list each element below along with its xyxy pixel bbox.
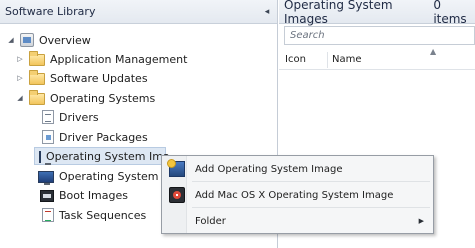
item-count: 0 items xyxy=(433,0,467,26)
folder-icon xyxy=(29,69,45,85)
page-title: Operating System Images xyxy=(284,0,393,26)
tree-item-overview[interactable]: ◢ Overview xyxy=(6,31,91,49)
tree-item-label: Drivers xyxy=(59,110,99,124)
tree-item-label: Task Sequences xyxy=(59,208,147,222)
tree-item-application-management[interactable]: ▷ Application Management xyxy=(15,50,187,68)
submenu-arrow-icon: ▶ xyxy=(418,217,424,225)
navigation-title: Software Library xyxy=(5,5,96,18)
os-image-icon xyxy=(39,150,51,165)
driver-icon xyxy=(42,110,54,124)
menu-item-add-mac-os-x-image[interactable]: Add Mac OS X Operating System Image xyxy=(164,184,432,206)
tree-item-software-updates[interactable]: ▷ Software Updates xyxy=(15,69,148,87)
os-installer-icon xyxy=(38,170,54,185)
column-header-name[interactable]: Name xyxy=(332,54,362,65)
collapse-pane-icon[interactable]: ◂ xyxy=(261,5,273,19)
tree-item-label: Operating System Ima xyxy=(46,149,170,163)
tree-item-label: Software Updates xyxy=(50,71,148,85)
column-header-row: Icon Name ▲ xyxy=(279,47,475,70)
overview-icon xyxy=(20,33,34,47)
tree-item-task-sequences[interactable]: Task Sequences xyxy=(42,206,146,224)
column-header-icon[interactable]: Icon xyxy=(285,54,306,65)
collapse-arrow-icon[interactable]: ◢ xyxy=(6,35,16,45)
collapse-arrow-icon[interactable]: ◢ xyxy=(15,93,25,103)
add-os-image-icon xyxy=(167,159,185,177)
menu-separator xyxy=(192,181,430,182)
search-input[interactable] xyxy=(284,26,475,45)
folder-icon xyxy=(29,50,45,66)
menu-item-add-operating-system-image[interactable]: Add Operating System Image xyxy=(164,158,432,180)
menu-item-label: Add Operating System Image xyxy=(195,163,343,175)
tree-item-operating-systems[interactable]: ◢ Operating Systems xyxy=(15,89,155,107)
boot-image-icon xyxy=(40,189,54,202)
sort-ascending-icon: ▲ xyxy=(430,47,437,56)
context-menu: Add Operating System Image Add Mac OS X … xyxy=(161,155,434,234)
tree-item-drivers[interactable]: Drivers xyxy=(42,108,99,126)
tree-item-operating-system-installers[interactable]: Operating System Ins xyxy=(38,167,178,185)
folder-icon xyxy=(29,89,45,105)
tree-item-boot-images[interactable]: Boot Images xyxy=(40,186,128,204)
menu-item-label: Add Mac OS X Operating System Image xyxy=(195,189,394,201)
tree-item-label: Overview xyxy=(39,33,91,47)
expand-arrow-icon[interactable]: ▷ xyxy=(15,54,25,64)
add-mac-os-image-icon xyxy=(169,187,185,203)
expand-arrow-icon[interactable]: ▷ xyxy=(15,73,25,83)
task-sequence-icon xyxy=(42,208,54,222)
column-divider[interactable] xyxy=(327,52,328,68)
tree-item-label: Driver Packages xyxy=(59,130,148,144)
driver-package-icon xyxy=(42,130,54,144)
tree-item-label: Application Management xyxy=(50,52,188,66)
tree-item-label: Boot Images xyxy=(59,188,128,202)
menu-item-label: Folder xyxy=(195,215,226,227)
menu-item-folder[interactable]: Folder ▶ xyxy=(164,210,432,232)
tree-item-driver-packages[interactable]: Driver Packages xyxy=(42,128,148,146)
navigation-header: Software Library ◂ xyxy=(0,0,277,24)
menu-separator xyxy=(192,207,430,208)
content-header: Operating System Images 0 items xyxy=(279,0,475,26)
tree-item-operating-system-images[interactable]: Operating System Ima xyxy=(34,147,170,165)
tree-item-label: Operating Systems xyxy=(50,91,156,105)
